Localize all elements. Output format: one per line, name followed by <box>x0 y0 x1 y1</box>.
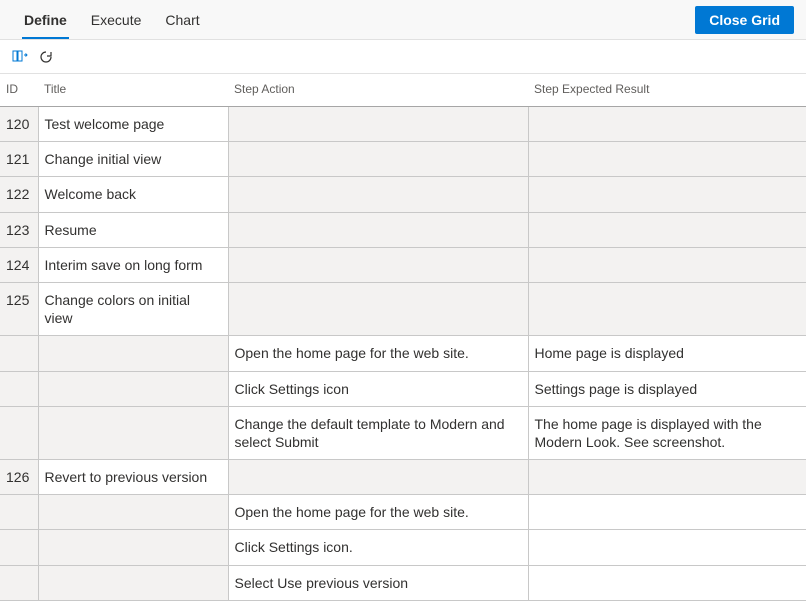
table-row[interactable]: 125Change colors on initial view <box>0 282 806 335</box>
cell-id[interactable] <box>0 530 38 565</box>
cell-title[interactable] <box>38 530 228 565</box>
cell-id[interactable]: 125 <box>0 282 38 335</box>
cell-step-action[interactable] <box>228 460 528 495</box>
cell-step-action[interactable]: Select Use previous version <box>228 565 528 600</box>
cell-title[interactable] <box>38 336 228 371</box>
cell-step-action[interactable]: Open the home page for the web site. <box>228 495 528 530</box>
cell-id[interactable]: 122 <box>0 177 38 212</box>
cell-step-expected[interactable] <box>528 177 806 212</box>
table-row[interactable]: Click Settings iconSettings page is disp… <box>0 371 806 406</box>
cell-step-expected[interactable] <box>528 495 806 530</box>
col-header-step-expected[interactable]: Step Expected Result <box>528 74 806 107</box>
cell-id[interactable]: 123 <box>0 212 38 247</box>
cell-id[interactable]: 126 <box>0 460 38 495</box>
cell-step-action[interactable]: Change the default template to Modern an… <box>228 406 528 459</box>
col-header-id[interactable]: ID <box>0 74 38 107</box>
columns-icon[interactable] <box>12 49 28 65</box>
cell-id[interactable] <box>0 406 38 459</box>
tab-chart[interactable]: Chart <box>153 0 211 39</box>
cell-step-action[interactable]: Open the home page for the web site. <box>228 336 528 371</box>
table-row[interactable]: Change the default template to Modern an… <box>0 406 806 459</box>
header-bar: Define Execute Chart Close Grid <box>0 0 806 40</box>
col-header-title[interactable]: Title <box>38 74 228 107</box>
cell-step-action[interactable] <box>228 247 528 282</box>
tab-define[interactable]: Define <box>12 0 79 39</box>
cell-id[interactable]: 121 <box>0 142 38 177</box>
cell-step-expected[interactable]: Home page is displayed <box>528 336 806 371</box>
grid-header-row: ID Title Step Action Step Expected Resul… <box>0 74 806 107</box>
cell-title[interactable]: Resume <box>38 212 228 247</box>
cell-step-expected[interactable] <box>528 460 806 495</box>
cell-title[interactable] <box>38 565 228 600</box>
cell-title[interactable]: Test welcome page <box>38 107 228 142</box>
cell-title[interactable]: Change colors on initial view <box>38 282 228 335</box>
cell-step-expected[interactable]: The home page is displayed with the Mode… <box>528 406 806 459</box>
cell-title[interactable]: Interim save on long form <box>38 247 228 282</box>
cell-step-action[interactable] <box>228 107 528 142</box>
cell-step-action[interactable] <box>228 142 528 177</box>
col-header-step-action[interactable]: Step Action <box>228 74 528 107</box>
table-row[interactable]: 120Test welcome page <box>0 107 806 142</box>
cell-step-action[interactable] <box>228 212 528 247</box>
cell-title[interactable]: Change initial view <box>38 142 228 177</box>
cell-step-action[interactable] <box>228 177 528 212</box>
cell-step-expected[interactable] <box>528 530 806 565</box>
cell-id[interactable] <box>0 336 38 371</box>
table-row[interactable]: 122Welcome back <box>0 177 806 212</box>
cell-step-expected[interactable] <box>528 107 806 142</box>
table-row[interactable]: Open the home page for the web site.Home… <box>0 336 806 371</box>
tab-execute[interactable]: Execute <box>79 0 154 39</box>
table-row[interactable]: Select Use previous version <box>0 565 806 600</box>
close-grid-button[interactable]: Close Grid <box>695 6 794 34</box>
cell-step-action[interactable]: Click Settings icon <box>228 371 528 406</box>
cell-id[interactable]: 120 <box>0 107 38 142</box>
table-row[interactable]: 124Interim save on long form <box>0 247 806 282</box>
cell-title[interactable] <box>38 406 228 459</box>
cell-step-expected[interactable] <box>528 565 806 600</box>
table-row[interactable]: 121Change initial view <box>0 142 806 177</box>
tabs-container: Define Execute Chart <box>12 0 212 39</box>
cell-step-expected[interactable] <box>528 212 806 247</box>
test-grid: ID Title Step Action Step Expected Resul… <box>0 74 806 601</box>
cell-title[interactable] <box>38 495 228 530</box>
refresh-icon[interactable] <box>38 49 54 65</box>
cell-title[interactable]: Revert to previous version <box>38 460 228 495</box>
cell-step-expected[interactable] <box>528 282 806 335</box>
cell-title[interactable]: Welcome back <box>38 177 228 212</box>
cell-id[interactable] <box>0 371 38 406</box>
cell-step-action[interactable] <box>228 282 528 335</box>
table-row[interactable]: Open the home page for the web site. <box>0 495 806 530</box>
cell-step-expected[interactable]: Settings page is displayed <box>528 371 806 406</box>
cell-id[interactable]: 124 <box>0 247 38 282</box>
cell-title[interactable] <box>38 371 228 406</box>
table-row[interactable]: 126Revert to previous version <box>0 460 806 495</box>
table-row[interactable]: 123Resume <box>0 212 806 247</box>
cell-step-expected[interactable] <box>528 247 806 282</box>
cell-id[interactable] <box>0 495 38 530</box>
cell-step-expected[interactable] <box>528 142 806 177</box>
table-row[interactable]: Click Settings icon. <box>0 530 806 565</box>
toolbar <box>0 40 806 74</box>
cell-step-action[interactable]: Click Settings icon. <box>228 530 528 565</box>
cell-id[interactable] <box>0 565 38 600</box>
